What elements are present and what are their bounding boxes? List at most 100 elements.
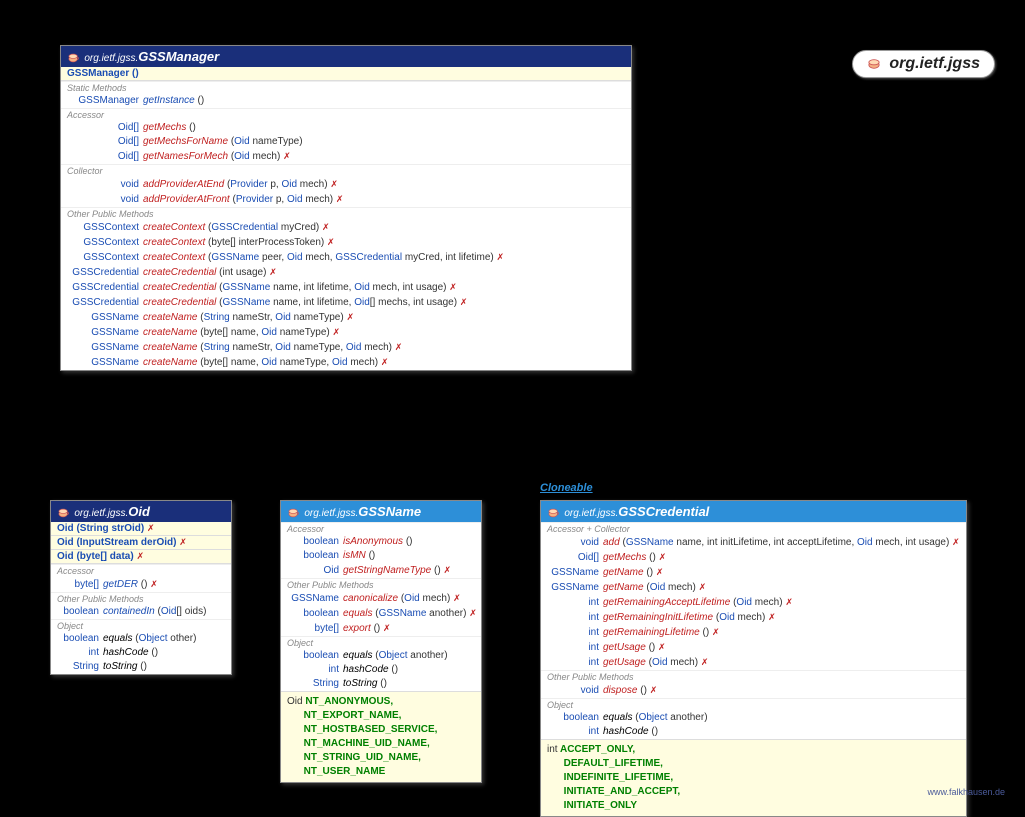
method-name[interactable]: isAnonymous bbox=[343, 536, 403, 547]
method-name[interactable]: canonicalize bbox=[343, 593, 398, 604]
method-params: () bbox=[391, 664, 398, 675]
class-oid: org.ietf.jgss.OidOid (String strOid) ✗Oi… bbox=[50, 500, 232, 675]
method-name[interactable]: containedIn bbox=[103, 606, 155, 617]
package-icon bbox=[867, 58, 881, 70]
method-name[interactable]: createCredential bbox=[143, 267, 216, 278]
return-type: String bbox=[287, 677, 343, 691]
constructor: GSSManager () bbox=[61, 67, 631, 81]
method-name[interactable]: getMechs bbox=[143, 122, 186, 133]
throws-icon: ✗ bbox=[658, 642, 666, 652]
method-name[interactable]: addProviderAtFront bbox=[143, 194, 230, 205]
method-row: booleanequals (Object other) bbox=[51, 632, 231, 646]
return-type: boolean bbox=[57, 632, 103, 646]
constructor: Oid (InputStream derOid) ✗ bbox=[51, 536, 231, 550]
method-row: booleancontainedIn (Oid[] oids) bbox=[51, 605, 231, 619]
method-name[interactable]: getRemainingLifetime bbox=[603, 627, 700, 638]
throws-icon: ✗ bbox=[460, 297, 468, 307]
return-type: int bbox=[547, 626, 603, 640]
method-params: (Oid mech) bbox=[646, 582, 695, 593]
constructor: Oid (byte[] data) ✗ bbox=[51, 550, 231, 564]
method-name[interactable]: createName bbox=[143, 342, 197, 353]
method-params: () bbox=[140, 661, 147, 672]
method-row: inthashCode () bbox=[541, 725, 966, 739]
method-name[interactable]: dispose bbox=[603, 685, 637, 696]
method-name[interactable]: createName bbox=[143, 357, 197, 368]
method-name[interactable]: getNamesForMech bbox=[143, 151, 228, 162]
return-type: GSSName bbox=[67, 326, 143, 340]
class-header: org.ietf.jgss.GSSCredential bbox=[541, 501, 966, 522]
method-name[interactable]: toString bbox=[343, 678, 377, 689]
method-name[interactable]: isMN bbox=[343, 550, 366, 561]
method-params: (Provider p, Oid mech) bbox=[227, 179, 328, 190]
class-gssmanager: org.ietf.jgss.GSSManagerGSSManager ()Sta… bbox=[60, 45, 632, 371]
return-type: void bbox=[547, 684, 603, 698]
method-name[interactable]: getMechs bbox=[603, 552, 646, 563]
footer-link[interactable]: www.falkhausen.de bbox=[927, 787, 1005, 797]
method-params: (byte[] interProcessToken) bbox=[208, 237, 324, 248]
method-name[interactable]: getName bbox=[603, 582, 644, 593]
method-params: () bbox=[141, 579, 148, 590]
return-type: GSSCredential bbox=[67, 266, 143, 280]
method-name[interactable]: equals bbox=[603, 712, 632, 723]
method-row: GSSContextcreateContext (byte[] interPro… bbox=[61, 235, 631, 250]
method-name[interactable]: getName bbox=[603, 567, 644, 578]
method-name[interactable]: getUsage bbox=[603, 642, 646, 653]
method-name[interactable]: getUsage bbox=[603, 657, 646, 668]
method-name[interactable]: equals bbox=[103, 633, 132, 644]
method-params: () bbox=[649, 642, 656, 653]
method-row: intgetUsage (Oid mech) ✗ bbox=[541, 655, 966, 670]
throws-icon: ✗ bbox=[330, 179, 338, 189]
return-type: GSSName bbox=[547, 581, 603, 595]
method-name[interactable]: addProviderAtEnd bbox=[143, 179, 224, 190]
method-row: GSSContextcreateContext (GSSName peer, O… bbox=[61, 250, 631, 265]
method-name[interactable]: createCredential bbox=[143, 282, 216, 293]
method-name[interactable]: add bbox=[603, 537, 620, 548]
method-name[interactable]: hashCode bbox=[603, 726, 649, 737]
method-row: GSSNamecreateName (byte[] name, Oid name… bbox=[61, 355, 631, 370]
method-params: () bbox=[374, 623, 381, 634]
method-name[interactable]: toString bbox=[103, 661, 137, 672]
return-type: int bbox=[547, 641, 603, 655]
throws-icon: ✗ bbox=[497, 252, 505, 262]
method-params: () bbox=[651, 726, 658, 737]
method-name[interactable]: hashCode bbox=[343, 664, 389, 675]
method-name[interactable]: getRemainingAcceptLifetime bbox=[603, 597, 730, 608]
throws-icon: ✗ bbox=[150, 579, 158, 589]
return-type: GSSName bbox=[287, 592, 343, 606]
return-type: GSSName bbox=[547, 566, 603, 580]
return-type: Oid bbox=[287, 564, 343, 578]
method-params: () bbox=[640, 685, 647, 696]
method-name[interactable]: hashCode bbox=[103, 647, 149, 658]
method-name[interactable]: export bbox=[343, 623, 371, 634]
throws-icon: ✗ bbox=[283, 151, 291, 161]
constants-block: int ACCEPT_ONLY, DEFAULT_LIFETIME, INDEF… bbox=[541, 739, 966, 816]
method-name[interactable]: getStringNameType bbox=[343, 565, 431, 576]
method-name[interactable]: equals bbox=[343, 608, 372, 619]
return-type: GSSContext bbox=[67, 221, 143, 235]
method-row: GSSNamecreateName (String nameStr, Oid n… bbox=[61, 310, 631, 325]
method-name[interactable]: createContext bbox=[143, 222, 205, 233]
method-params: (Object another) bbox=[635, 712, 707, 723]
throws-icon: ✗ bbox=[701, 657, 709, 667]
method-name[interactable]: getDER bbox=[103, 579, 138, 590]
method-name[interactable]: createContext bbox=[143, 252, 205, 263]
throws-icon: ✗ bbox=[449, 282, 457, 292]
return-type: byte[] bbox=[287, 622, 343, 636]
method-name[interactable]: createName bbox=[143, 312, 197, 323]
return-type: GSSContext bbox=[67, 251, 143, 265]
method-name[interactable]: createContext bbox=[143, 237, 205, 248]
class-name: Oid bbox=[128, 504, 150, 519]
method-params: (byte[] name, Oid nameType, Oid mech) bbox=[200, 357, 378, 368]
method-row: voidadd (GSSName name, int initLifetime,… bbox=[541, 535, 966, 550]
section-label: Accessor bbox=[51, 564, 231, 577]
method-name[interactable]: createCredential bbox=[143, 297, 216, 308]
method-params: (Oid mech) bbox=[231, 151, 280, 162]
method-name[interactable]: getRemainingInitLifetime bbox=[603, 612, 713, 623]
method-name[interactable]: getMechsForName bbox=[143, 136, 228, 147]
method-name[interactable]: getInstance bbox=[143, 95, 195, 106]
method-params: (Oid mech) bbox=[733, 597, 782, 608]
class-header: org.ietf.jgss.Oid bbox=[51, 501, 231, 522]
method-name[interactable]: equals bbox=[343, 650, 372, 661]
section-label: Other Public Methods bbox=[541, 670, 966, 683]
method-name[interactable]: createName bbox=[143, 327, 197, 338]
